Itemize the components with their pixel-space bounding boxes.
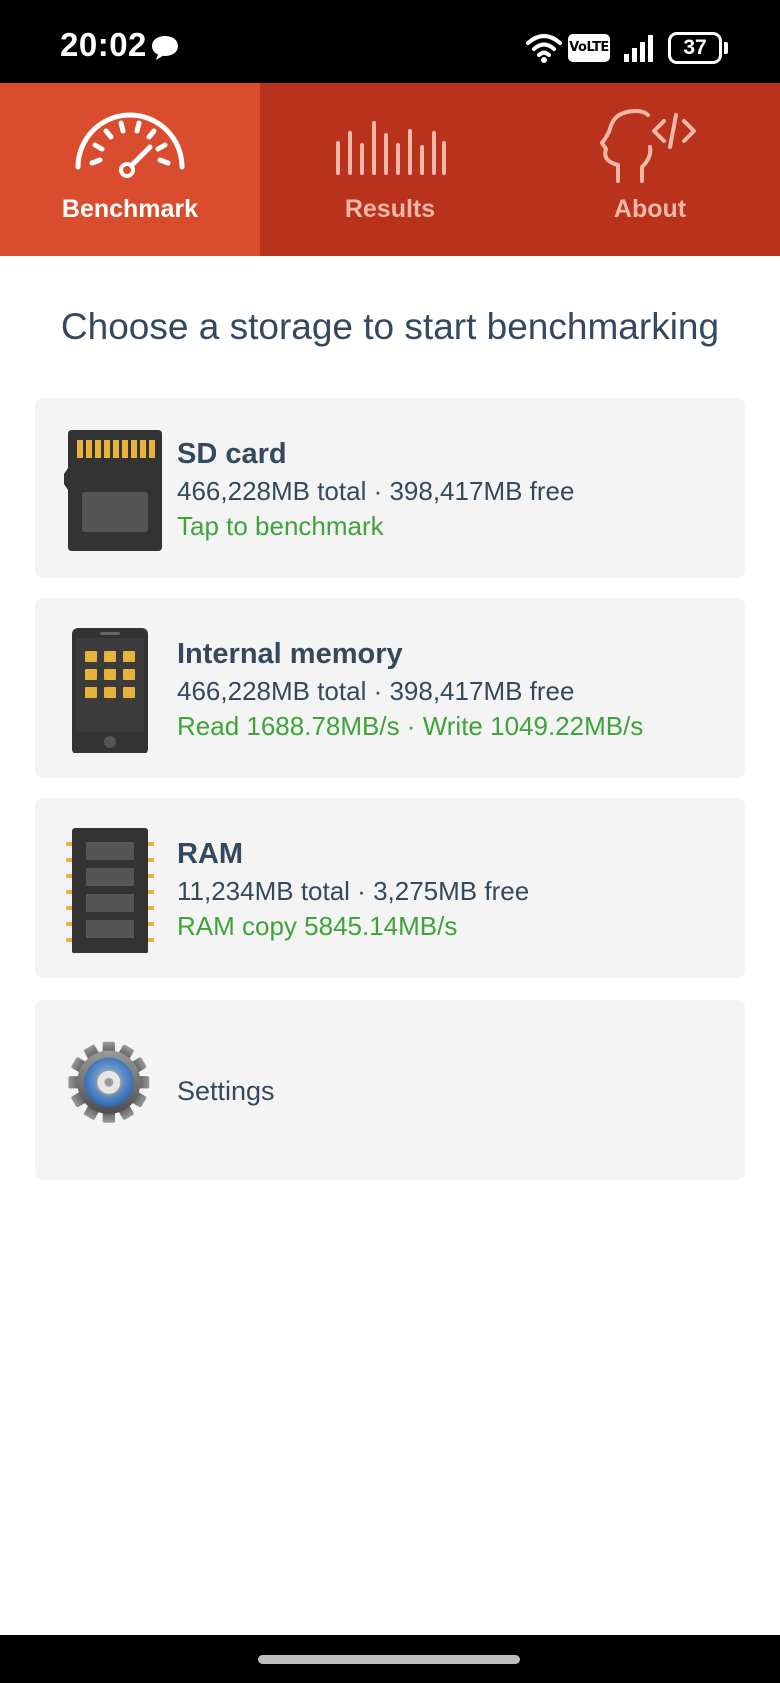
page-heading: Choose a storage to start benchmarking [60, 306, 720, 347]
storage-status: Read 1688.78MB/s · Write 1049.22MB/s [177, 711, 644, 741]
storage-info: 466,228MB total · 398,417MB free [177, 476, 575, 506]
storage-info: 466,228MB total · 398,417MB free [177, 676, 575, 706]
chat-bubble-icon [152, 36, 178, 60]
tab-results-label: Results [344, 195, 436, 223]
status-time: 20:02 [60, 26, 147, 63]
storage-item-sd-card[interactable]: SD card 466,228MB total · 398,417MB free… [35, 398, 745, 578]
storage-title: Internal memory [177, 638, 403, 670]
gear-icon [68, 1041, 150, 1123]
sd-card-icon [64, 430, 162, 551]
storage-item-ram[interactable]: RAM 11,234MB total · 3,275MB free RAM co… [35, 798, 745, 978]
volte-badge: VoLTE [568, 34, 610, 62]
tab-about[interactable]: About [520, 83, 780, 256]
settings-item[interactable]: Settings [35, 1000, 745, 1180]
settings-label: Settings [177, 1076, 275, 1106]
tab-bar: Benchmark Results About [0, 83, 780, 256]
storage-item-internal-memory[interactable]: Internal memory 466,228MB total · 398,41… [35, 598, 745, 778]
bar-chart-icon [336, 121, 446, 175]
storage-status: RAM copy 5845.14MB/s [177, 911, 458, 941]
ram-chip-icon [66, 828, 154, 953]
storage-title: SD card [177, 438, 287, 470]
tab-benchmark[interactable]: Benchmark [0, 83, 260, 256]
tab-results[interactable]: Results [260, 83, 520, 256]
status-bar: 20:02 VoLTE 37 [0, 0, 780, 83]
speedometer-icon [75, 112, 185, 178]
phone-icon [72, 628, 148, 753]
storage-title: RAM [177, 838, 244, 870]
head-code-icon [600, 109, 696, 183]
storage-info: 11,234MB total · 3,275MB free [177, 876, 530, 906]
battery-tip [724, 42, 728, 54]
tab-benchmark-label: Benchmark [61, 195, 199, 223]
battery-icon: 37 [668, 32, 722, 64]
tab-about-label: About [613, 195, 687, 223]
signal-icon [624, 35, 653, 62]
storage-status: Tap to benchmark [177, 511, 384, 541]
home-indicator[interactable] [258, 1655, 520, 1664]
wifi-icon [526, 34, 562, 63]
